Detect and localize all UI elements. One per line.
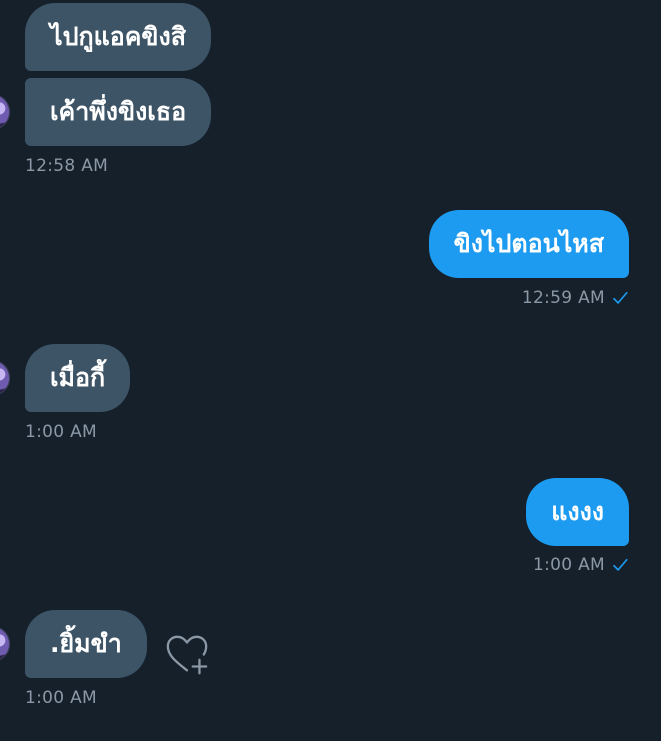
checkmark-icon xyxy=(613,291,628,304)
checkmark-icon xyxy=(613,558,628,571)
message-text: เมื่อกี้ xyxy=(50,363,106,392)
message-timestamp: 12:59 AM xyxy=(521,288,605,308)
heart-plus-icon[interactable] xyxy=(164,632,210,678)
message-bubble-incoming[interactable]: .ยิ้มขำ xyxy=(25,610,147,678)
avatar[interactable] xyxy=(0,360,10,396)
message-timestamp: 1:00 AM xyxy=(533,555,605,575)
message-text: เค้าพึ่งขิงเธอ xyxy=(50,97,187,126)
message-bubble-incoming[interactable]: เมื่อกี้ xyxy=(25,344,131,412)
message-meta: 12:59 AM xyxy=(522,288,629,308)
conversation-thread: ไปกูแอคขิงสิ เค้าพึ่งขิงเธอ 12:58 AM ขิง… xyxy=(0,0,661,741)
avatar[interactable] xyxy=(0,626,10,662)
message-meta: 1:00 AM xyxy=(533,555,629,575)
avatar[interactable] xyxy=(0,94,10,130)
message-timestamp: 12:58 AM xyxy=(25,156,109,176)
message-text: แงงง xyxy=(551,497,604,526)
message-text: ไปกูแอคขิงสิ xyxy=(50,22,186,51)
message-timestamp: 1:00 AM xyxy=(25,422,97,442)
message-bubble-incoming[interactable]: ไปกูแอคขิงสิ xyxy=(25,3,211,71)
message-timestamp: 1:00 AM xyxy=(25,688,97,708)
message-bubble-incoming[interactable]: เค้าพึ่งขิงเธอ xyxy=(25,78,212,146)
message-bubble-outgoing[interactable]: แงงง xyxy=(526,478,629,546)
message-bubble-outgoing[interactable]: ขิงไปตอนไหส xyxy=(428,210,629,278)
message-text: ขิงไปตอนไหส xyxy=(453,229,604,258)
message-text: .ยิ้มขำ xyxy=(50,629,122,658)
